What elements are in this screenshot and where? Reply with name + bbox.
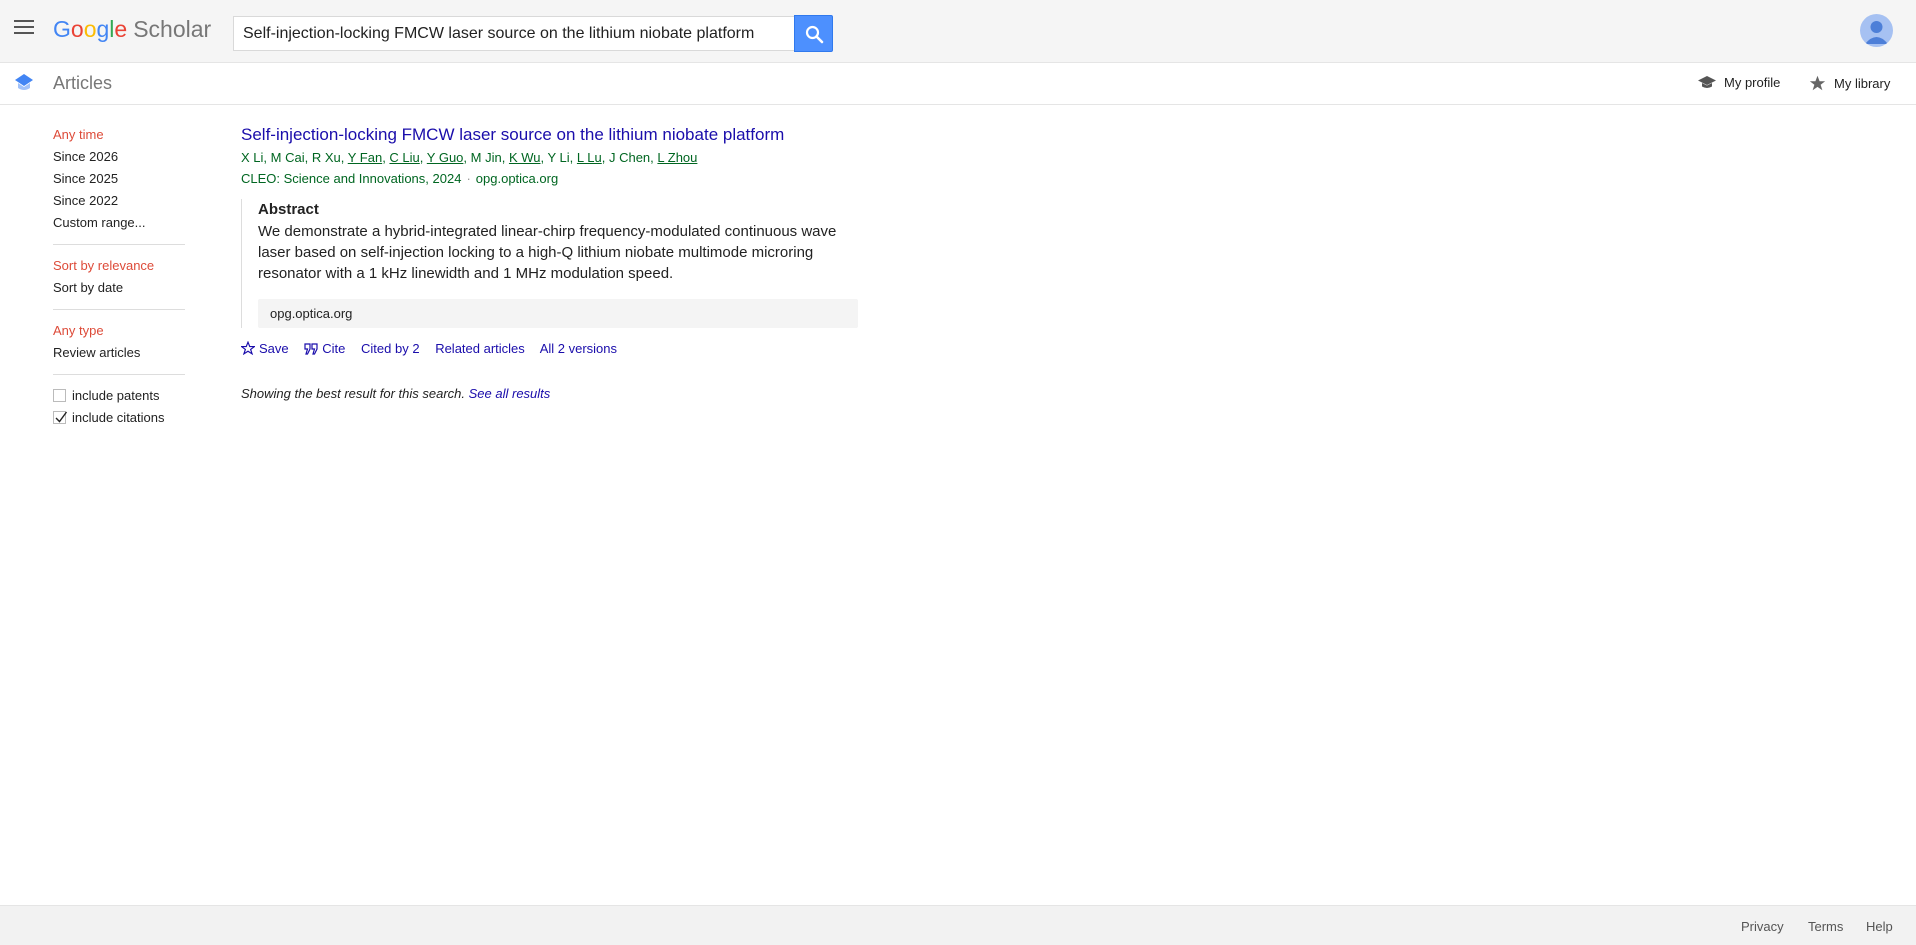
author: J Chen xyxy=(608,150,651,165)
filter-since-2026[interactable]: Since 2026 xyxy=(53,146,185,168)
save-button[interactable]: Save xyxy=(239,340,289,356)
checkmark-icon xyxy=(55,411,68,423)
include-patents-checkbox[interactable] xyxy=(53,389,66,402)
divider xyxy=(53,309,185,310)
notice-text: Showing the best result for this search. xyxy=(241,386,466,401)
author-link[interactable]: K Wu xyxy=(509,150,541,165)
cite-button[interactable]: Cite xyxy=(304,341,345,356)
author-link[interactable]: Y Fan xyxy=(348,150,382,165)
search-button[interactable] xyxy=(794,15,833,52)
filter-since-2022[interactable]: Since 2022 xyxy=(53,190,185,212)
divider xyxy=(53,244,185,245)
logo-letter: o xyxy=(70,16,84,42)
include-patents-label: include patents xyxy=(72,388,160,403)
scholar-logo[interactable]: Google Scholar xyxy=(53,16,211,42)
search-box xyxy=(233,16,794,51)
scholar-cap-icon xyxy=(15,74,33,90)
logo-suffix: Scholar xyxy=(133,16,212,42)
author: M Cai xyxy=(270,150,305,165)
result-actions: Save Cite Cited by 2 Related articles Al… xyxy=(239,340,861,356)
abstract-section: Abstract We demonstrate a hybrid-integra… xyxy=(241,199,858,328)
source-domain: opg.optica.org xyxy=(475,171,559,186)
user-icon xyxy=(1865,21,1888,44)
search-result: Self-injection-locking FMCW laser source… xyxy=(239,124,861,401)
author-link[interactable]: L Zhou xyxy=(657,150,697,165)
include-patents-option[interactable]: include patents xyxy=(53,385,185,407)
logo-letter: G xyxy=(53,16,71,42)
my-library-link[interactable]: My library xyxy=(1809,75,1890,91)
author: M Jin xyxy=(470,150,502,165)
author-link[interactable]: Y Guo xyxy=(427,150,464,165)
filter-sidebar: Any time Since 2026 Since 2025 Since 202… xyxy=(53,124,185,429)
include-citations-label: include citations xyxy=(72,410,165,425)
abstract-heading: Abstract xyxy=(258,201,319,218)
my-profile-label: My profile xyxy=(1724,75,1781,90)
cited-by-link[interactable]: Cited by 2 xyxy=(361,341,420,356)
source-link-box[interactable]: opg.optica.org xyxy=(258,299,858,328)
cite-label: Cite xyxy=(322,341,346,356)
page-title: Articles xyxy=(53,73,113,93)
result-authors: X Li, M Cai, R Xu, Y Fan, C Liu, Y Guo, … xyxy=(241,150,698,165)
include-citations-checkbox[interactable] xyxy=(53,411,68,424)
filter-review-articles[interactable]: Review articles xyxy=(53,342,185,364)
see-all-results-link[interactable]: See all results xyxy=(469,386,551,401)
quote-icon xyxy=(304,343,318,355)
my-library-label: My library xyxy=(1834,76,1891,91)
author-link[interactable]: C Liu xyxy=(389,150,419,165)
account-avatar[interactable] xyxy=(1860,14,1893,47)
sub-header: Articles My profile My library xyxy=(0,64,1916,105)
filter-any-type[interactable]: Any type xyxy=(53,320,185,342)
terms-link[interactable]: Terms xyxy=(1808,919,1843,934)
logo-letter: o xyxy=(83,16,97,42)
search-input[interactable] xyxy=(234,17,794,50)
include-citations-option[interactable]: include citations xyxy=(53,407,185,429)
star-icon xyxy=(1809,75,1826,91)
save-label: Save xyxy=(259,341,289,356)
top-header: Google Scholar xyxy=(0,0,1916,63)
filter-since-2025[interactable]: Since 2025 xyxy=(53,168,185,190)
abstract-text: We demonstrate a hybrid-integrated linea… xyxy=(258,223,837,282)
sort-by-date[interactable]: Sort by date xyxy=(53,277,185,299)
filter-any-time[interactable]: Any time xyxy=(53,124,185,146)
all-versions-link[interactable]: All 2 versions xyxy=(540,341,617,356)
logo-letter: e xyxy=(114,16,128,42)
divider xyxy=(53,374,185,375)
search-icon xyxy=(805,25,824,44)
related-articles-link[interactable]: Related articles xyxy=(435,341,525,356)
my-profile-link[interactable]: My profile xyxy=(1698,75,1780,90)
menu-icon[interactable] xyxy=(14,20,34,36)
author-link[interactable]: L Lu xyxy=(577,150,602,165)
logo-letter: g xyxy=(96,16,110,42)
result-venue: CLEO: Science and Innovations, 2024 · opg.… xyxy=(241,171,559,186)
help-link[interactable]: Help xyxy=(1866,919,1893,934)
graduation-cap-icon xyxy=(1698,76,1716,88)
venue-text: CLEO: Science and Innovations, 2024 xyxy=(241,171,462,186)
footer: Privacy Terms Help xyxy=(0,905,1916,945)
author: Y Li xyxy=(547,150,570,165)
author: R Xu xyxy=(311,150,341,165)
sort-by-relevance[interactable]: Sort by relevance xyxy=(53,255,185,277)
star-outline-icon xyxy=(239,340,257,356)
author: X Li xyxy=(241,150,264,165)
filter-custom-range[interactable]: Custom range... xyxy=(53,212,185,234)
privacy-link[interactable]: Privacy xyxy=(1741,919,1784,934)
result-title-link[interactable]: Self-injection-locking FMCW laser source… xyxy=(241,124,861,146)
best-result-notice: Showing the best result for this search.… xyxy=(241,386,861,401)
